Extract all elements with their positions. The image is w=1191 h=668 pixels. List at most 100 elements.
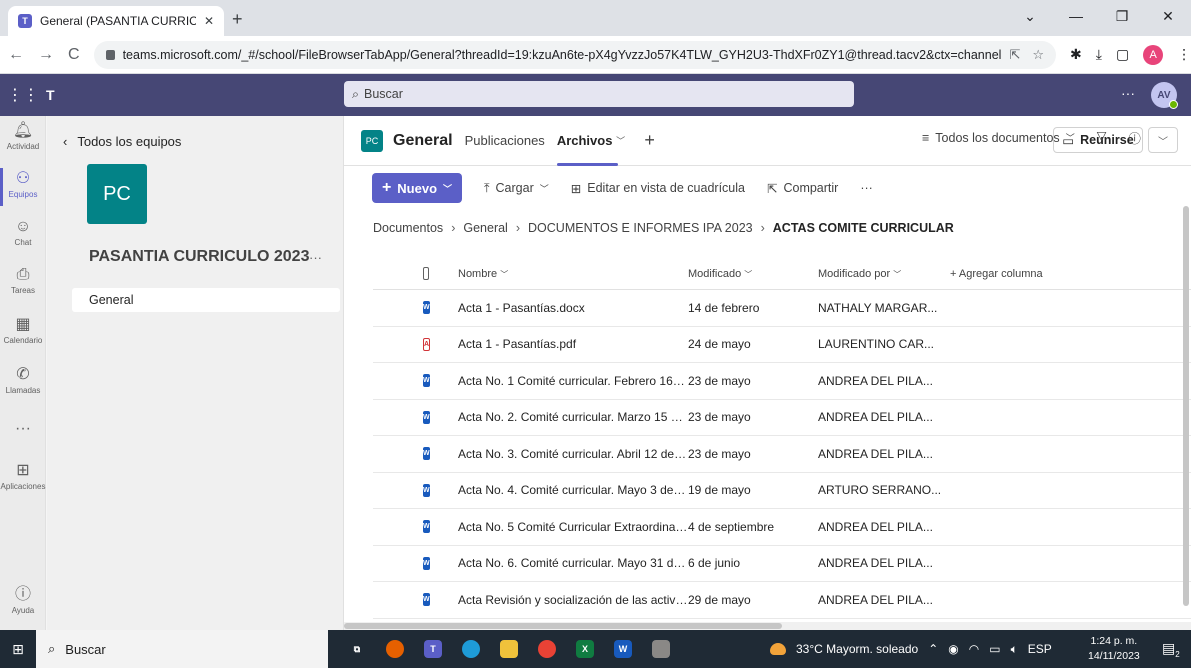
rail-item-chat[interactable]: ☺ Chat <box>0 218 46 247</box>
upload-button[interactable]: ⤒ Cargar ﹀ <box>484 181 549 196</box>
language-indicator[interactable]: ESP <box>1028 642 1052 656</box>
info-icon[interactable]: ⓘ <box>1128 128 1141 147</box>
sidepanel-icon[interactable]: ▢ <box>1116 46 1129 63</box>
task-view-icon[interactable]: ⧉ <box>348 640 366 658</box>
reload-icon[interactable]: C <box>68 46 80 64</box>
edge-icon[interactable] <box>462 640 480 658</box>
user-avatar[interactable]: AV <box>1151 82 1178 109</box>
new-button[interactable]: + Nuevo ﹀ <box>372 173 462 203</box>
breadcrumb-item[interactable]: Documentos <box>373 221 443 235</box>
breadcrumb-item[interactable]: DOCUMENTOS E INFORMES IPA 2023 <box>528 221 753 235</box>
file-explorer-icon[interactable] <box>500 640 518 658</box>
table-row[interactable]: W Acta No. 3. Comité curricular. Abril 12… <box>373 436 1191 473</box>
url-field[interactable]: teams.microsoft.com/_#/school/FileBrowse… <box>93 40 1056 69</box>
file-name[interactable]: Acta No. 1 Comité curricular. Febrero 16… <box>429 374 688 388</box>
chevron-down-icon[interactable]: ⌄ <box>1007 0 1053 32</box>
share-button[interactable]: ⇱ Compartir <box>767 181 838 196</box>
rail-item-help[interactable]: ⓘ Ayuda <box>0 586 46 615</box>
search-input[interactable]: ⌕ Buscar <box>344 81 854 107</box>
snipping-tool-icon[interactable] <box>652 640 670 658</box>
user-initials: AV <box>1157 89 1171 101</box>
tab-posts[interactable]: Publicaciones <box>465 116 545 166</box>
browser-tabstrip: T General (PASANTIA CURRICULO ✕ + ⌄ — ❐ … <box>0 0 1191 36</box>
more-commands-button[interactable]: ··· <box>860 181 873 195</box>
forward-arrow-icon[interactable]: → <box>38 46 54 64</box>
table-row[interactable]: W Acta No. 6. Comité curricular. Mayo 31 … <box>373 546 1191 582</box>
view-selector[interactable]: ≡ Todos los documentos ﹀ <box>922 128 1075 147</box>
minimize-icon[interactable]: — <box>1053 0 1099 32</box>
rail-label: Chat <box>14 238 32 247</box>
file-name[interactable]: Acta No. 5 Comité Curricular Extraordina… <box>429 520 688 534</box>
chrome-icon[interactable] <box>538 640 556 658</box>
browser-tab[interactable]: T General (PASANTIA CURRICULO ✕ <box>8 6 224 36</box>
weather-text[interactable]: 33°C Mayorm. soleado <box>796 642 918 656</box>
rail-item-activity[interactable]: 🔔︎ Actividad <box>0 122 46 151</box>
add-column-button[interactable]: + Agregar columna <box>950 268 1100 280</box>
file-name[interactable]: Acta No. 3. Comité curricular. Abril 12 … <box>429 447 688 461</box>
table-row[interactable]: W Acta No. 2. Comité curricular. Marzo 15… <box>373 400 1191 436</box>
table-row[interactable]: W Acta Revisión y socialización de las ac… <box>373 582 1191 619</box>
menu-dots-icon[interactable]: ⋮ <box>1177 46 1191 63</box>
file-modified: 19 de mayo <box>688 483 751 498</box>
table-row[interactable]: W Acta No. 4. Comité curricular. Mayo 3 d… <box>373 473 1191 509</box>
notification-icon[interactable]: ▤2 <box>1162 640 1180 659</box>
network-icon[interactable]: ◉ <box>948 642 958 656</box>
battery-icon[interactable]: ▭ <box>989 642 1000 656</box>
assignments-icon: ⎙ <box>16 266 30 283</box>
wifi-icon[interactable]: ◠ <box>969 642 979 656</box>
rail-item-more[interactable]: ··· <box>0 420 46 438</box>
windows-start-icon[interactable]: ⊞ <box>0 641 36 658</box>
rail-item-assignments[interactable]: ⎙ Tareas <box>0 266 46 295</box>
file-name[interactable]: Acta Revisión y socialización de las act… <box>429 593 688 607</box>
column-header-name[interactable]: Nombre ﹀ <box>429 268 688 280</box>
rail-item-calendar[interactable]: ▦ Calendario <box>0 316 46 345</box>
close-tab-icon[interactable]: ✕ <box>204 14 214 28</box>
taskbar-search[interactable]: ⌕ Buscar <box>36 630 328 668</box>
profile-avatar[interactable]: A <box>1143 44 1164 65</box>
column-header-modified[interactable]: Modificado ﹀ <box>688 268 818 280</box>
filter-icon[interactable]: ▽ <box>1097 128 1107 147</box>
rail-item-calls[interactable]: ✆ Llamadas <box>0 366 46 395</box>
rail-item-apps[interactable]: ⊞ Aplicaciones <box>0 462 46 491</box>
team-more-icon[interactable]: ··· <box>309 250 322 265</box>
excel-icon[interactable]: X <box>576 640 594 658</box>
star-icon[interactable]: ☆ <box>1032 47 1044 63</box>
close-window-icon[interactable]: ✕ <box>1145 0 1191 32</box>
chevron-up-icon[interactable]: ⌃ <box>928 642 938 656</box>
channel-title: General <box>393 131 453 149</box>
meet-options-button[interactable]: ﹀ <box>1148 127 1178 153</box>
all-teams-link[interactable]: ‹ Todos los equipos <box>63 134 181 149</box>
new-tab-icon[interactable]: + <box>232 9 243 30</box>
app-launcher-icon[interactable]: ⋮⋮ <box>0 85 46 105</box>
more-options-icon[interactable]: ··· <box>1121 85 1135 101</box>
back-arrow-icon[interactable]: ← <box>8 46 24 64</box>
scrollbar-thumb[interactable] <box>344 623 782 629</box>
tab-files[interactable]: Archivos ﹀ <box>556 116 633 166</box>
restore-icon[interactable]: ❐ <box>1099 0 1145 32</box>
table-row[interactable]: W Acta 1 - Pasantías.docx 14 de febrero NAT… <box>373 290 1191 327</box>
breadcrumb-item[interactable]: General <box>463 221 507 235</box>
rail-item-teams[interactable]: ⚇ Equipos <box>0 170 46 199</box>
download-icon[interactable]: ⤓ <box>1096 46 1102 63</box>
clock[interactable]: 1:24 p. m. 14/11/2023 <box>1088 634 1140 664</box>
volume-icon[interactable]: 🔈︎ <box>1011 642 1018 657</box>
column-header-modified-by[interactable]: Modificado por ﹀ <box>818 268 950 280</box>
word-icon[interactable]: W <box>614 640 632 658</box>
table-row[interactable]: W Acta No. 1 Comité curricular. Febrero 1… <box>373 363 1191 400</box>
vertical-scrollbar[interactable] <box>1183 206 1189 606</box>
horizontal-scrollbar[interactable] <box>344 622 1191 630</box>
table-row[interactable]: A Acta 1 - Pasantías.pdf 24 de mayo LAURENT… <box>373 327 1191 363</box>
table-row[interactable]: W Acta No. 5 Comité Curricular Extraordin… <box>373 509 1191 546</box>
file-name[interactable]: Acta No. 2. Comité curricular. Marzo 15 … <box>429 410 688 424</box>
file-name[interactable]: Acta No. 4. Comité curricular. Mayo 3 de… <box>429 483 688 497</box>
grid-edit-button[interactable]: ⊞ Editar en vista de cuadrícula <box>571 181 745 196</box>
share-icon[interactable]: ⇱ <box>1009 47 1020 63</box>
teams-icon[interactable]: T <box>424 640 442 658</box>
add-tab-icon[interactable]: + <box>644 130 655 151</box>
channel-item-general[interactable]: General <box>72 288 340 312</box>
extensions-icon[interactable]: ✱ <box>1070 46 1082 63</box>
file-name[interactable]: Acta 1 - Pasantías.docx <box>429 301 688 315</box>
firefox-icon[interactable] <box>386 640 404 658</box>
file-name[interactable]: Acta No. 6. Comité curricular. Mayo 31 d… <box>429 556 688 570</box>
file-name[interactable]: Acta 1 - Pasantías.pdf <box>429 337 688 351</box>
